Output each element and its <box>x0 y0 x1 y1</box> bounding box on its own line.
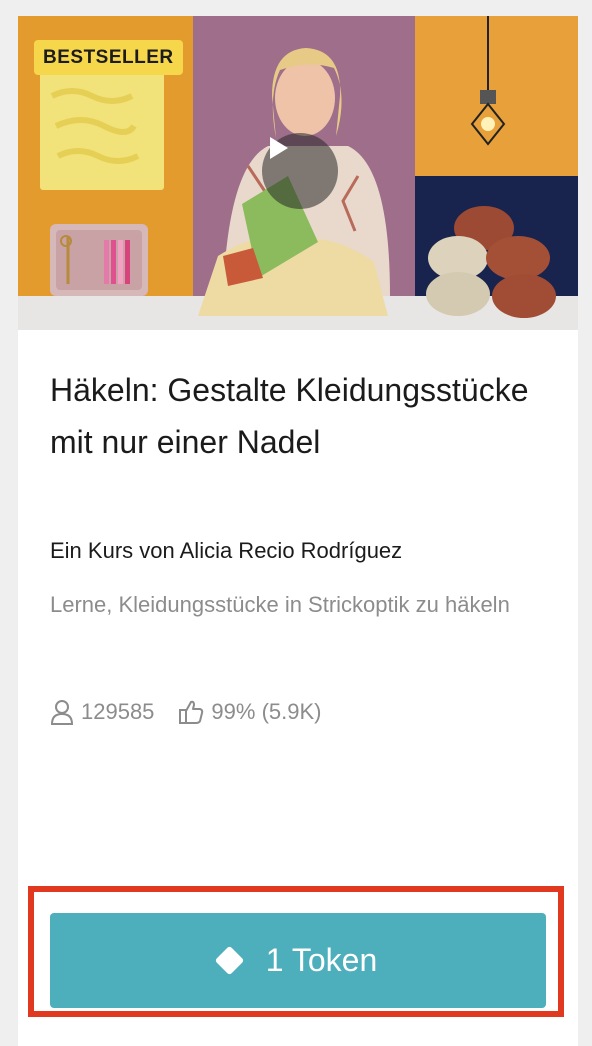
thumbs-up-icon <box>179 700 204 724</box>
play-button[interactable] <box>262 133 338 209</box>
bestseller-badge: BESTSELLER <box>34 40 183 75</box>
course-stats: 129585 99% (5.9K) <box>50 699 321 725</box>
rating-value: 99% (5.9K) <box>211 699 322 724</box>
user-icon <box>50 700 74 725</box>
course-author: Ein Kurs von Alicia Recio Rodríguez <box>50 538 403 563</box>
students-count: 129585 <box>81 699 155 724</box>
course-thumbnail[interactable]: BESTSELLER <box>18 16 578 330</box>
diamond-icon <box>214 945 245 976</box>
token-button[interactable]: 1 Token <box>50 913 546 1008</box>
students-stat: 129585 <box>50 699 154 725</box>
play-icon <box>270 137 288 159</box>
course-title[interactable]: Häkeln: Gestalte Kleidungsstücke mit nur… <box>50 364 550 468</box>
token-button-label: 1 Token <box>265 942 378 978</box>
course-description: Lerne, Kleidungsstücke in Strickoptik zu… <box>50 592 510 617</box>
rating-stat: 99% (5.9K) <box>178 699 321 725</box>
course-card[interactable]: BESTSELLER Häkeln: Gestalte Kleidungsstü… <box>18 16 578 1046</box>
